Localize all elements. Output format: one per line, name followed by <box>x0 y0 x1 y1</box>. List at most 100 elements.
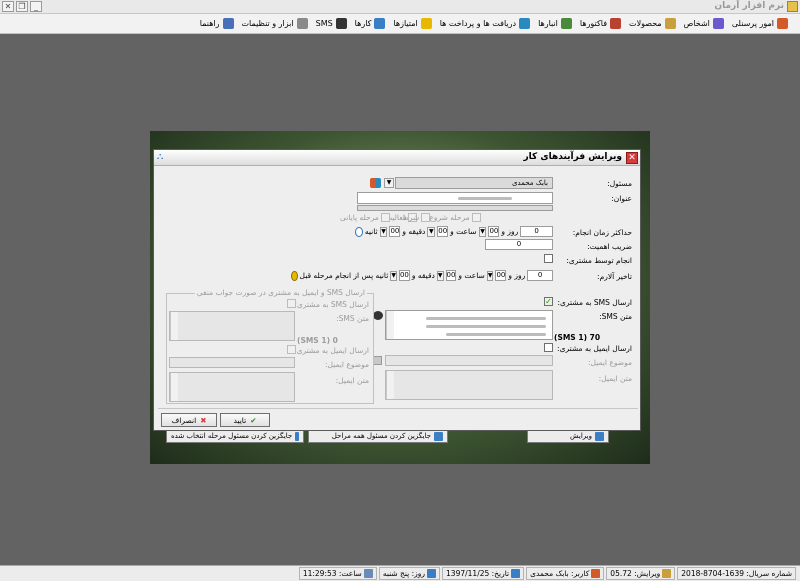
alarm-label: تاخیر آلارم: <box>597 272 632 281</box>
cancel-button[interactable]: ✖ انصراف <box>161 413 217 427</box>
email-subject-input[interactable] <box>385 355 553 366</box>
sms-scrollbar[interactable] <box>386 311 394 339</box>
close-window-button[interactable]: ✕ <box>2 1 14 12</box>
seconds-input[interactable]: 00 <box>389 226 401 237</box>
alarm-seconds-input[interactable]: 00 <box>398 270 410 281</box>
menu-item-star[interactable]: امتیازها <box>393 18 432 29</box>
restore-window-button[interactable]: ❐ <box>16 1 28 12</box>
by-customer-checkbox[interactable] <box>544 254 553 263</box>
dialog-close-button[interactable]: ✕ <box>626 152 638 164</box>
days-input[interactable]: 0 <box>520 226 553 237</box>
minimize-window-button[interactable]: _ <box>30 1 42 12</box>
subject-text-blurred <box>458 197 512 200</box>
neg-send-email-checkbox[interactable] <box>287 345 296 354</box>
replace-selected-stage-button[interactable]: جایگزین کردن مسئول مرحله انتخاب شده <box>166 430 304 443</box>
time-text: ساعت: 11:29:53 <box>302 569 362 578</box>
menu-item-people[interactable]: اشخاص <box>684 18 724 29</box>
hours-input[interactable]: 00 <box>488 226 500 237</box>
alarm-hours-input[interactable]: 00 <box>495 270 507 281</box>
sms-text-line <box>446 333 546 336</box>
neg-email-text-label: متن ایمیل: <box>335 376 369 385</box>
email-template-icon[interactable] <box>373 356 382 365</box>
edit-workflow-dialog: ✕ ویرایش فرآیندهای کار ⛬ مسئول: بابک محم… <box>153 149 641 431</box>
alarm-bell-icon <box>291 270 298 281</box>
subject-input[interactable] <box>357 192 553 204</box>
neg-email-subject-input[interactable] <box>169 357 295 368</box>
sms-template-icon[interactable] <box>373 311 383 320</box>
sms-text-line <box>426 325 546 328</box>
hours-label: ساعت و <box>450 227 477 236</box>
email-textarea[interactable] <box>385 370 553 400</box>
menu-item-sms[interactable]: SMS <box>316 18 347 29</box>
day-text: روز: پنج شنبه <box>382 569 426 578</box>
stage-condition-checkbox[interactable] <box>421 213 431 222</box>
neg-sms-scrollbar[interactable] <box>170 312 178 340</box>
invoices-icon <box>610 18 622 29</box>
neg-send-sms-checkbox[interactable] <box>287 299 296 308</box>
stage-final-checkbox[interactable] <box>380 213 390 222</box>
stage-final-label: مرحله پایانی <box>340 213 379 222</box>
send-email-label: ارسال ایمیل به مشتری: <box>557 344 632 353</box>
personnel-icon <box>777 18 788 29</box>
people-picker-icon[interactable] <box>370 178 381 188</box>
clock-status-icon <box>363 569 373 578</box>
minutes-dropdown[interactable]: ▼ <box>427 226 436 237</box>
warehouse-icon <box>560 18 572 29</box>
neg-sms-text-label: متن SMS: <box>336 314 369 323</box>
sms-count: 70 (1 SMS) <box>554 333 601 342</box>
menu-item-products[interactable]: محصولات <box>629 18 676 29</box>
stage-final-option[interactable]: مرحله پایانی <box>340 213 390 222</box>
menu-item-personnel[interactable]: امور پرسنلی <box>732 18 788 29</box>
menu-item-help[interactable]: راهنما <box>200 18 234 29</box>
menu-item-payments[interactable]: دریافت ها و پرداخت ها <box>439 18 531 29</box>
menu-item-label: امور پرسنلی <box>731 19 774 28</box>
alarm-seconds-dropdown[interactable]: ▼ <box>390 270 397 281</box>
send-email-checkbox[interactable] <box>544 343 553 352</box>
alarm-days-input[interactable]: 0 <box>527 270 553 281</box>
email-text-label: متن ایمیل: <box>598 374 632 383</box>
sms-icon <box>335 18 347 29</box>
stage-condition-option[interactable]: شرط <box>402 213 431 222</box>
menu-item-tasks[interactable]: کارها <box>355 18 386 29</box>
menu-item-tools[interactable]: ابزار و تنظیمات <box>242 18 308 29</box>
ok-button[interactable]: ✔ تایید <box>220 413 270 427</box>
menu-item-invoices[interactable]: فاکتورها <box>580 18 622 29</box>
neg-email-textarea[interactable] <box>169 372 295 402</box>
stage-start-option[interactable]: مرحله شروع <box>429 213 481 222</box>
replace-all-stages-button[interactable]: جایگزین کردن مسئول همه مراحل <box>308 430 448 443</box>
alarm-minutes-dropdown[interactable]: ▼ <box>436 270 444 281</box>
alarm-hours-dropdown[interactable]: ▼ <box>486 270 494 281</box>
alarm-minutes-input[interactable]: 00 <box>445 270 457 281</box>
alarm-row: 0 روز و 00 ▼ ساعت و 00 ▼ دقیقه و 00 ▼ ثا… <box>291 269 553 282</box>
app-title: نرم افزار آرمان <box>714 1 784 11</box>
neg-email-subject-label: موضوع ایمیل: <box>325 360 369 369</box>
responsible-dropdown-arrow[interactable]: ▼ <box>384 178 394 188</box>
neg-sms-textarea[interactable] <box>169 311 295 341</box>
send-sms-label: ارسال SMS به مشتری: <box>557 298 633 307</box>
stage-start-checkbox[interactable] <box>471 213 481 222</box>
sms-textarea[interactable] <box>385 310 553 340</box>
hours-dropdown[interactable]: ▼ <box>478 226 487 237</box>
behind-edit-label: ویرایش <box>569 432 592 440</box>
behind-edit-button[interactable]: ویرایش <box>527 430 609 443</box>
responsible-label: مسئول: <box>607 179 632 188</box>
cancel-x-icon: ✖ <box>200 415 207 425</box>
dialog-titlebar: ✕ ویرایش فرآیندهای کار ⛬ <box>154 150 640 166</box>
seconds-dropdown[interactable]: ▼ <box>379 226 388 237</box>
email-scrollbar[interactable] <box>386 371 394 399</box>
menu-item-label: دریافت ها و پرداخت ها <box>439 19 517 28</box>
neg-email-scrollbar[interactable] <box>170 373 178 401</box>
cancel-label: انصراف <box>171 415 197 425</box>
importance-input[interactable]: 0 <box>485 239 553 250</box>
menu-item-warehouse[interactable]: انبارها <box>538 18 572 29</box>
network-icon: ⛬ <box>157 152 164 162</box>
replace-selected-label: جایگزین کردن مسئول مرحله انتخاب شده <box>171 432 293 440</box>
negative-answer-group: ارسال SMS و ایمیل به مشتری در صورت جواب … <box>166 288 374 404</box>
minutes-label: دقیقه و <box>402 227 426 236</box>
responsible-select[interactable]: بابک محمدی <box>395 177 553 189</box>
minutes-input[interactable]: 00 <box>437 226 449 237</box>
serial-text: شماره سریال: 1639-8704-2018 <box>681 569 792 578</box>
user-icon <box>591 569 601 578</box>
neg-send-email-label: ارسال ایمیل به مشتری: <box>294 346 369 355</box>
send-sms-checkbox[interactable]: ✓ <box>544 297 553 306</box>
